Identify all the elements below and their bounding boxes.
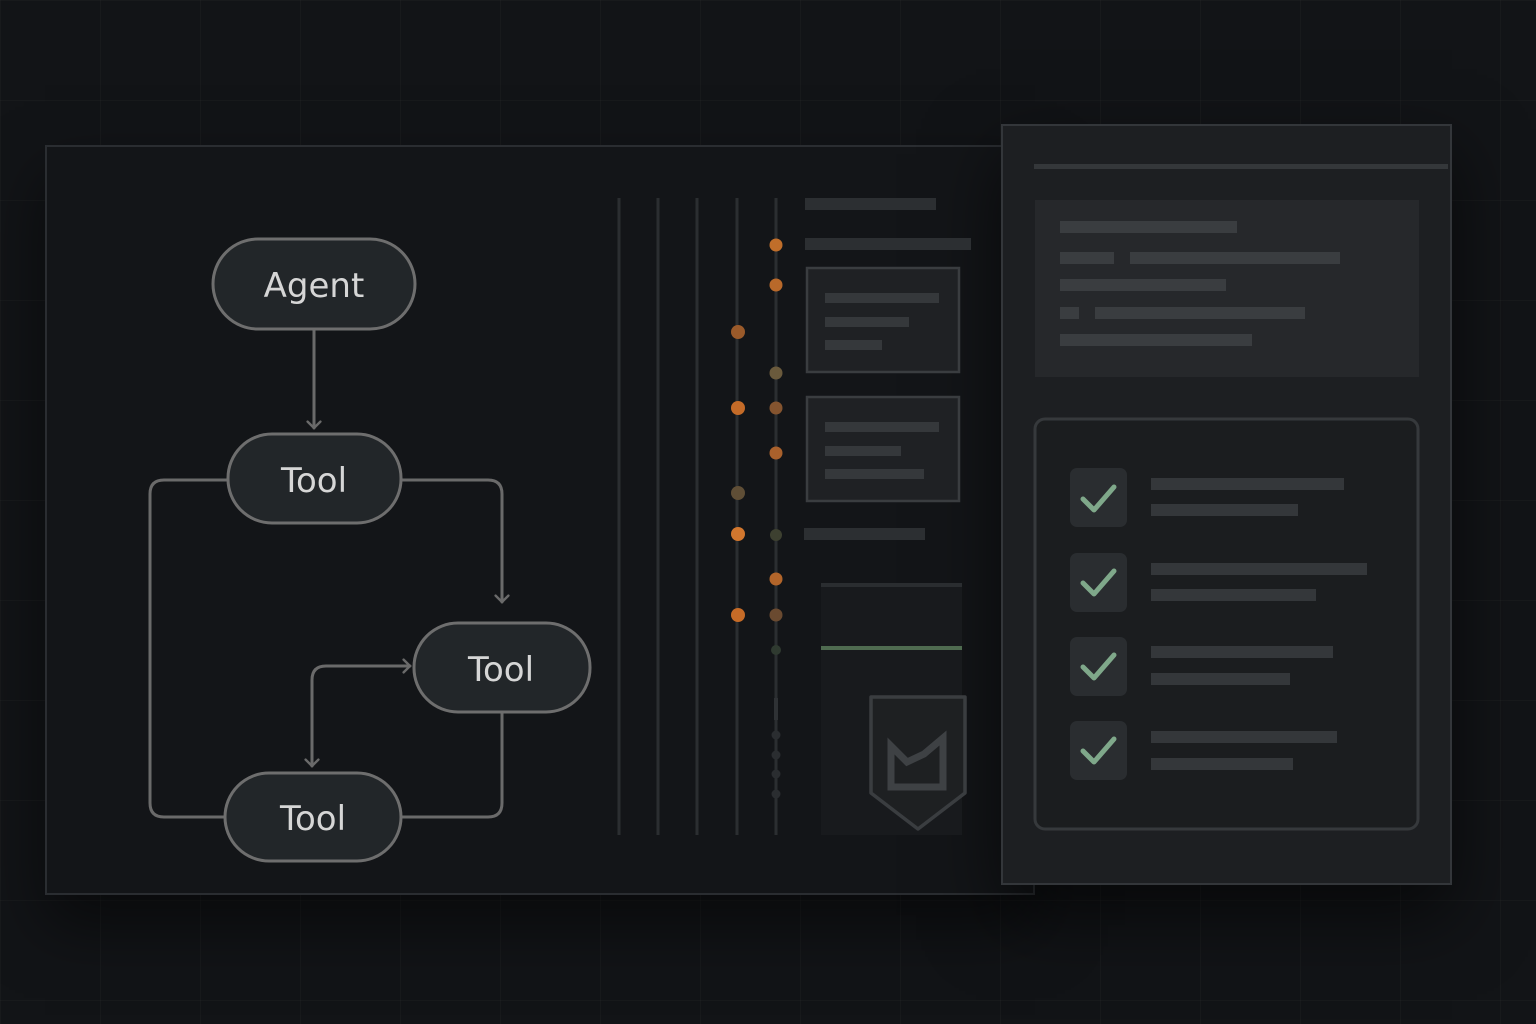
trace-dot (770, 529, 782, 541)
trace-dot (771, 645, 781, 655)
trace-dot (731, 608, 745, 622)
trace-dot (769, 238, 783, 252)
node-tool-2[interactable]: Tool (412, 621, 592, 714)
flow-edges (148, 328, 510, 819)
trace-dot (771, 750, 781, 760)
trace-card-2[interactable] (805, 395, 961, 503)
edge-tool1-to-tool2 (399, 478, 510, 604)
log-line (805, 238, 971, 250)
trace-dot (731, 486, 745, 500)
node-agent-label: Agent (264, 266, 365, 306)
node-tool-3[interactable]: Tool (223, 771, 403, 863)
node-agent[interactable]: Agent (211, 237, 417, 331)
trace-card-1[interactable] (805, 266, 961, 374)
log-line (805, 198, 936, 210)
node-tool-2-label: Tool (467, 650, 534, 690)
trace-lanes (617, 198, 778, 835)
checkbox[interactable] (1070, 468, 1127, 527)
panel-header-divider (1034, 164, 1448, 169)
trace-dot (769, 572, 783, 586)
checkbox[interactable] (1070, 721, 1127, 780)
checkbox[interactable] (1070, 637, 1127, 696)
node-tool-1-label: Tool (280, 461, 347, 501)
diagram-canvas: Agent Tool Tool Tool (148, 164, 1448, 863)
log-line (804, 528, 925, 540)
edge-tool1-to-tool3 (148, 478, 230, 819)
trace-dot (771, 769, 781, 779)
trace-dot (731, 401, 745, 415)
progress-indicator (821, 646, 962, 650)
trace-segment (774, 698, 778, 720)
trace-dot (769, 366, 783, 380)
trace-dot (731, 527, 745, 541)
trace-dot (769, 401, 783, 415)
trace-dot (771, 730, 781, 740)
node-tool-1[interactable]: Tool (226, 432, 403, 525)
edge-tool2-to-tool3 (399, 710, 504, 819)
edge-tool2-tool3-bidirectional (304, 658, 412, 768)
trace-dot (769, 278, 783, 292)
checkbox[interactable] (1070, 553, 1127, 612)
trace-dot (769, 446, 783, 460)
trace-dot (731, 325, 745, 339)
summary-block (1035, 200, 1419, 377)
trace-dot (769, 608, 783, 622)
node-tool-3-label: Tool (279, 799, 346, 839)
trace-dot (771, 789, 781, 799)
